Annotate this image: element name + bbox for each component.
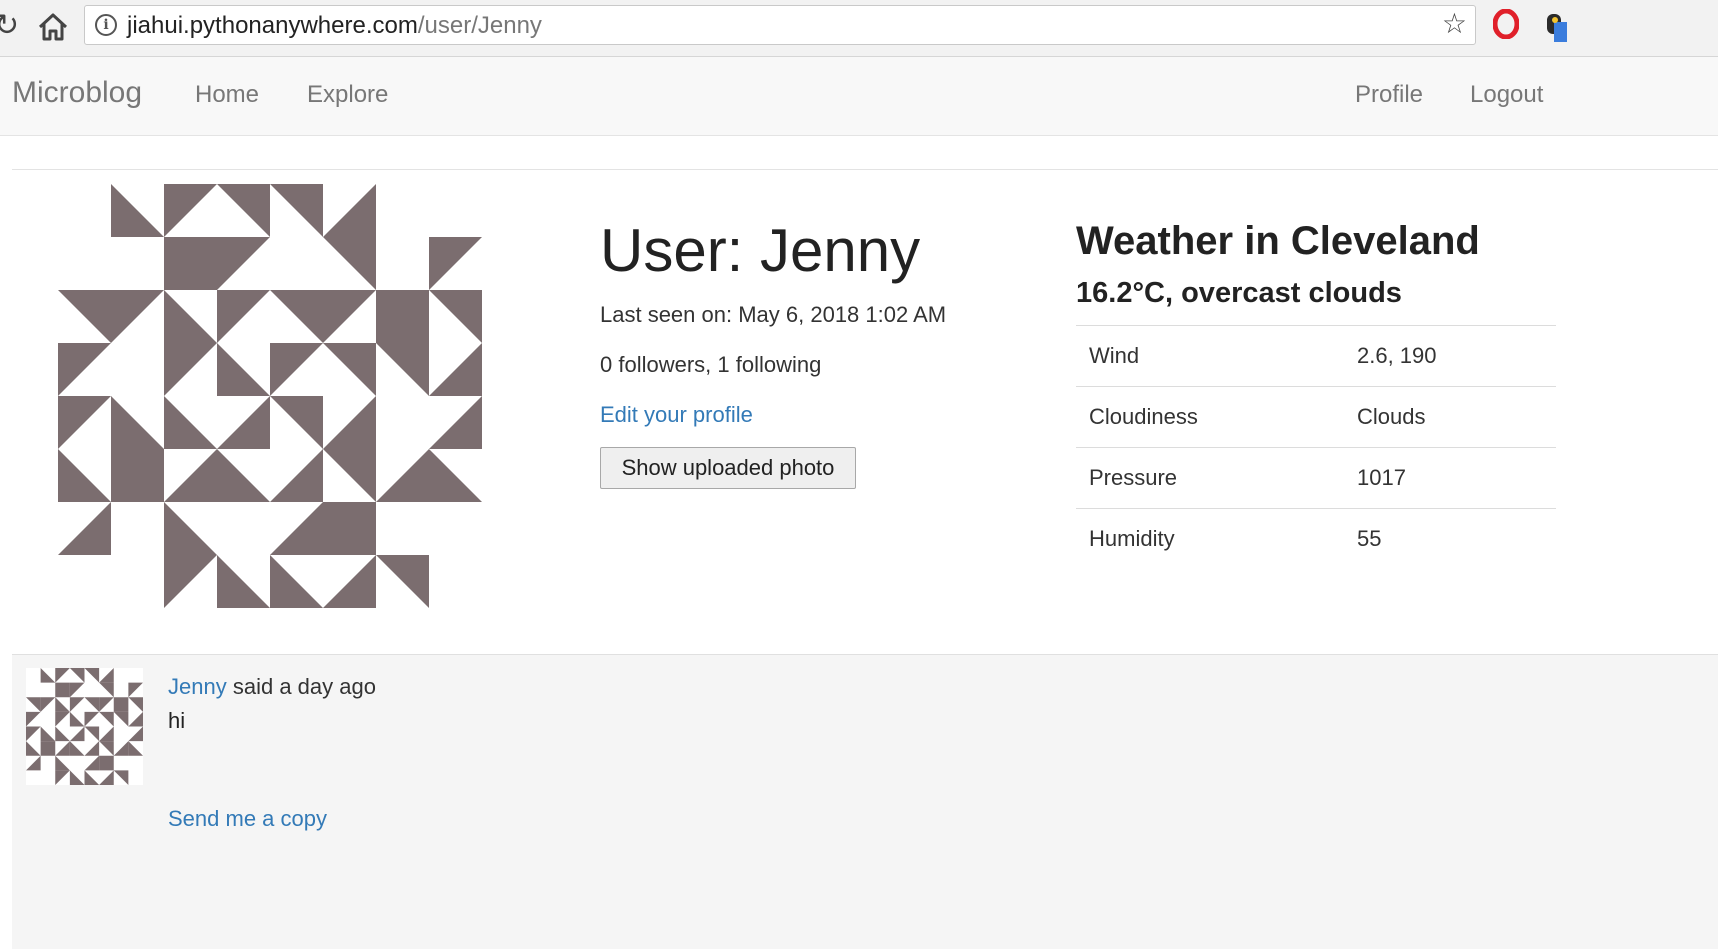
send-copy-link[interactable]: Send me a copy [168,805,327,833]
extension-icon[interactable] [1545,10,1567,42]
url-path: /user/Jenny [417,12,542,39]
home-icon[interactable] [36,12,70,42]
table-row: Wind 2.6, 190 [1076,325,1556,387]
divider [12,169,1718,170]
reload-icon[interactable]: ↻ [0,10,19,42]
nav-home-link[interactable]: Home [195,81,259,109]
weather-label: Wind [1076,325,1344,387]
post-author-link[interactable]: Jenny [168,674,227,699]
weather-summary: 16.2°C, overcast clouds [1076,277,1402,309]
page-title: User: Jenny [600,217,921,284]
opera-extension-icon[interactable] [1493,9,1519,39]
table-row: Cloudiness Clouds [1076,386,1556,448]
weather-value: 55 [1344,508,1556,569]
weather-label: Pressure [1076,447,1344,509]
weather-table: Wind 2.6, 190 Cloudiness Clouds Pressure… [1076,325,1556,569]
nav-explore-link[interactable]: Explore [307,81,388,109]
address-bar[interactable]: i jiahui.pythonanywhere.com/user/Jenny ☆ [84,5,1476,45]
nav-profile-link[interactable]: Profile [1355,81,1423,109]
table-row: Pressure 1017 [1076,447,1556,509]
post-timestamp: said a day ago [232,674,376,699]
avatar [58,184,482,608]
follow-counts-text: 0 followers, 1 following [600,352,822,377]
brand-link[interactable]: Microblog [12,75,142,111]
nav-logout-link[interactable]: Logout [1470,81,1543,109]
info-icon[interactable]: i [95,14,117,36]
navbar: Microblog Home Explore Profile Logout [0,57,1718,136]
weather-label: Cloudiness [1076,386,1344,448]
weather-value: 1017 [1344,447,1556,509]
edit-profile-link[interactable]: Edit your profile [600,402,753,427]
post-avatar [26,668,143,785]
url-text[interactable]: jiahui.pythonanywhere.com/user/Jenny [127,12,542,40]
table-row: Humidity 55 [1076,508,1556,569]
weather-title: Weather in Cleveland [1076,219,1480,263]
post-meta: Jenny said a day ago [168,673,376,701]
weather-label: Humidity [1076,508,1344,569]
post-body: hi [168,708,186,733]
post-item: Jenny said a day ago hi Send me a copy [12,654,1718,949]
weather-value: Clouds [1344,386,1556,448]
last-seen-text: Last seen on: May 6, 2018 1:02 AM [600,302,947,327]
url-host: jiahui.pythonanywhere.com [127,12,418,39]
weather-value: 2.6, 190 [1344,325,1556,387]
browser-toolbar: ↻ i jiahui.pythonanywhere.com/user/Jenny… [0,0,1718,57]
star-icon[interactable]: ☆ [1442,9,1467,39]
show-uploaded-photo-button[interactable]: Show uploaded photo [600,447,856,489]
